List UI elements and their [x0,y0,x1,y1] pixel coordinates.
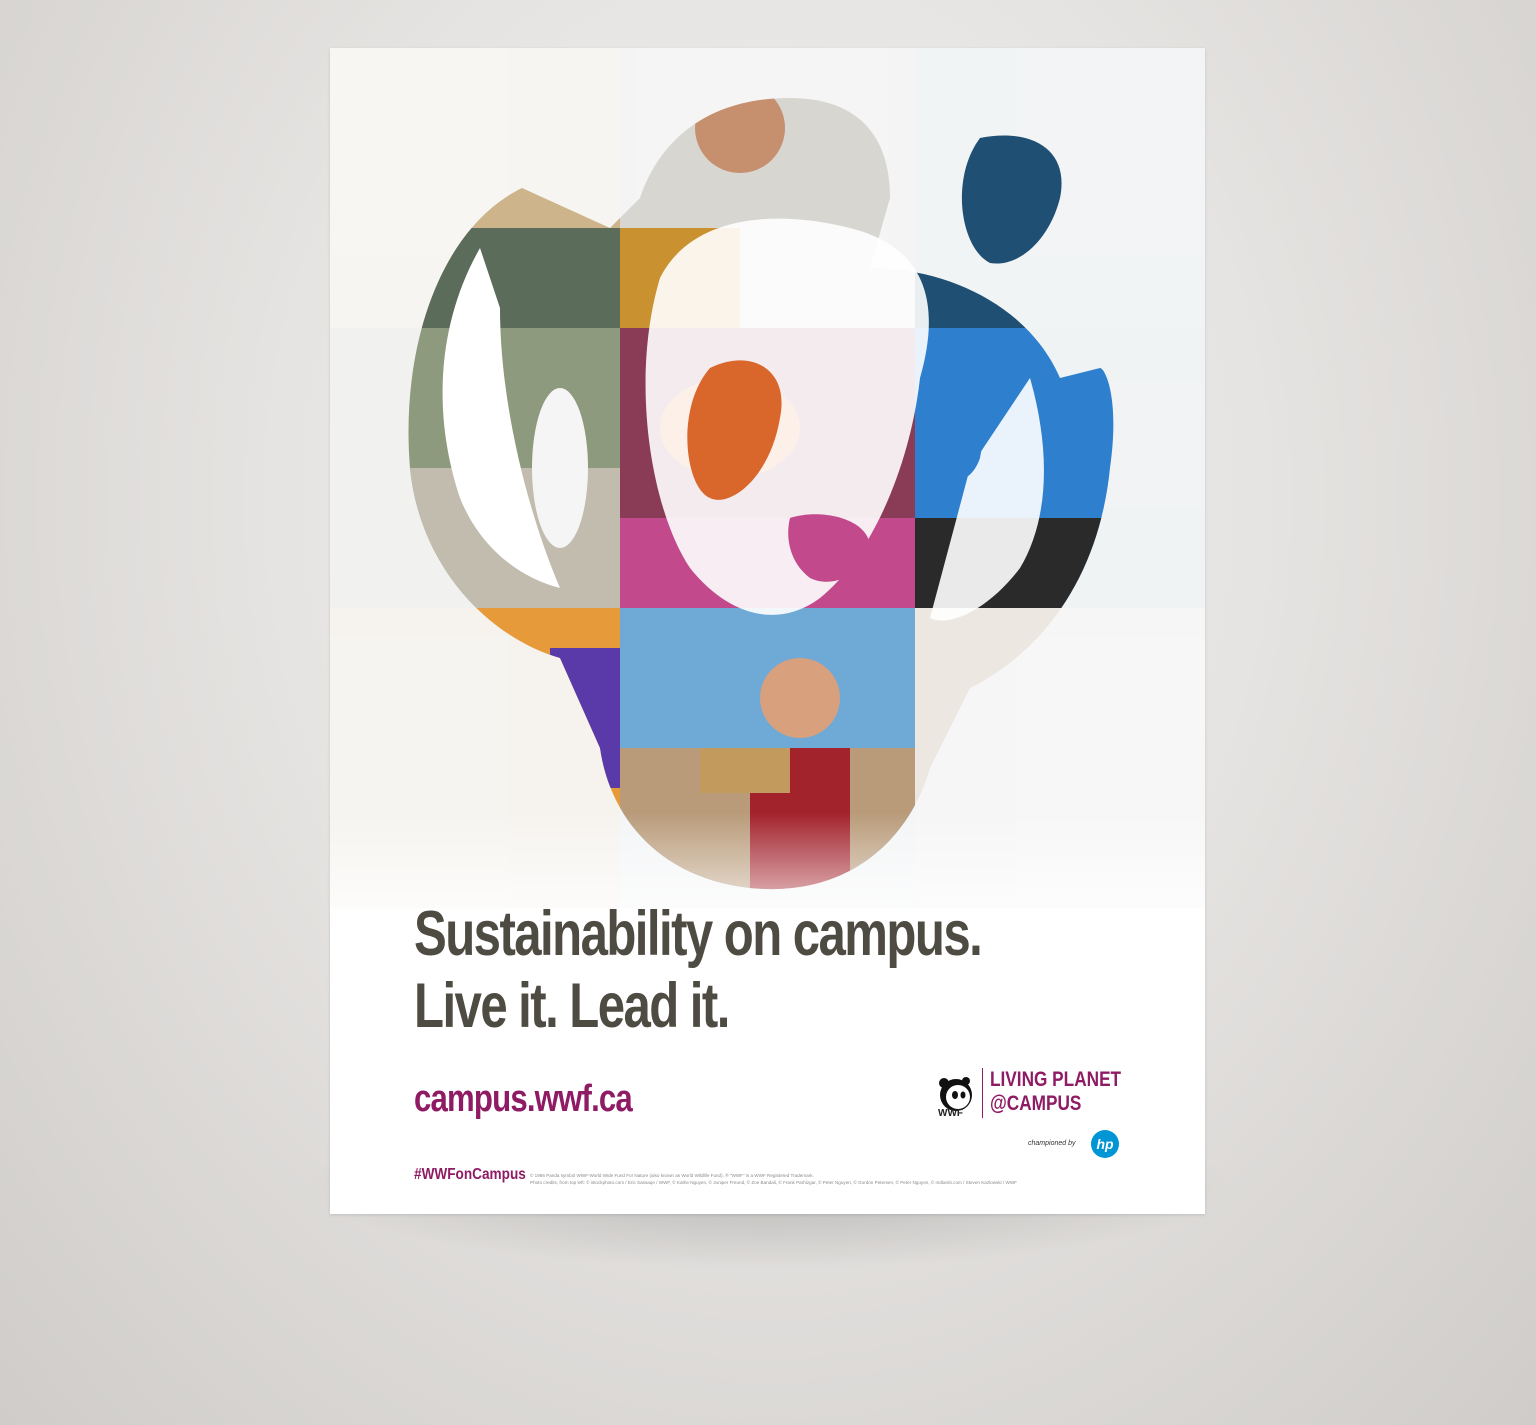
fine-print: © 1986 Panda symbol WWF-World Wide Fund … [530,1172,1050,1186]
championed-by-text: championed by [1028,1140,1076,1147]
headline-line-2: Live it. Lead it. [414,971,730,1041]
photo-credits-line: Photo credits, from top left: © istockph… [530,1180,1017,1185]
living-planet-line-2: @CAMPUS [990,1092,1082,1115]
headline: Sustainability on campus. Live it. Lead … [414,898,983,1042]
headline-line-1: Sustainability on campus. [414,899,983,969]
campus-url-link[interactable]: campus.wwf.ca [414,1078,633,1121]
logo-divider [982,1068,983,1118]
hp-logo: hp [1091,1130,1119,1158]
living-planet-text: LIVING PLANET @CAMPUS [990,1068,1121,1116]
living-planet-campus-logo: WWF LIVING PLANET @CAMPUS championed by … [936,1068,1126,1168]
living-planet-line-1: LIVING PLANET [990,1068,1122,1091]
poster: Sustainability on campus. Live it. Lead … [330,48,1205,1214]
wwf-wordmark: WWF [938,1108,963,1119]
hashtag: #WWFonCampus [414,1166,526,1183]
copyright-line: © 1986 Panda symbol WWF-World Wide Fund … [530,1173,814,1178]
panda-photo-collage [330,48,1205,948]
